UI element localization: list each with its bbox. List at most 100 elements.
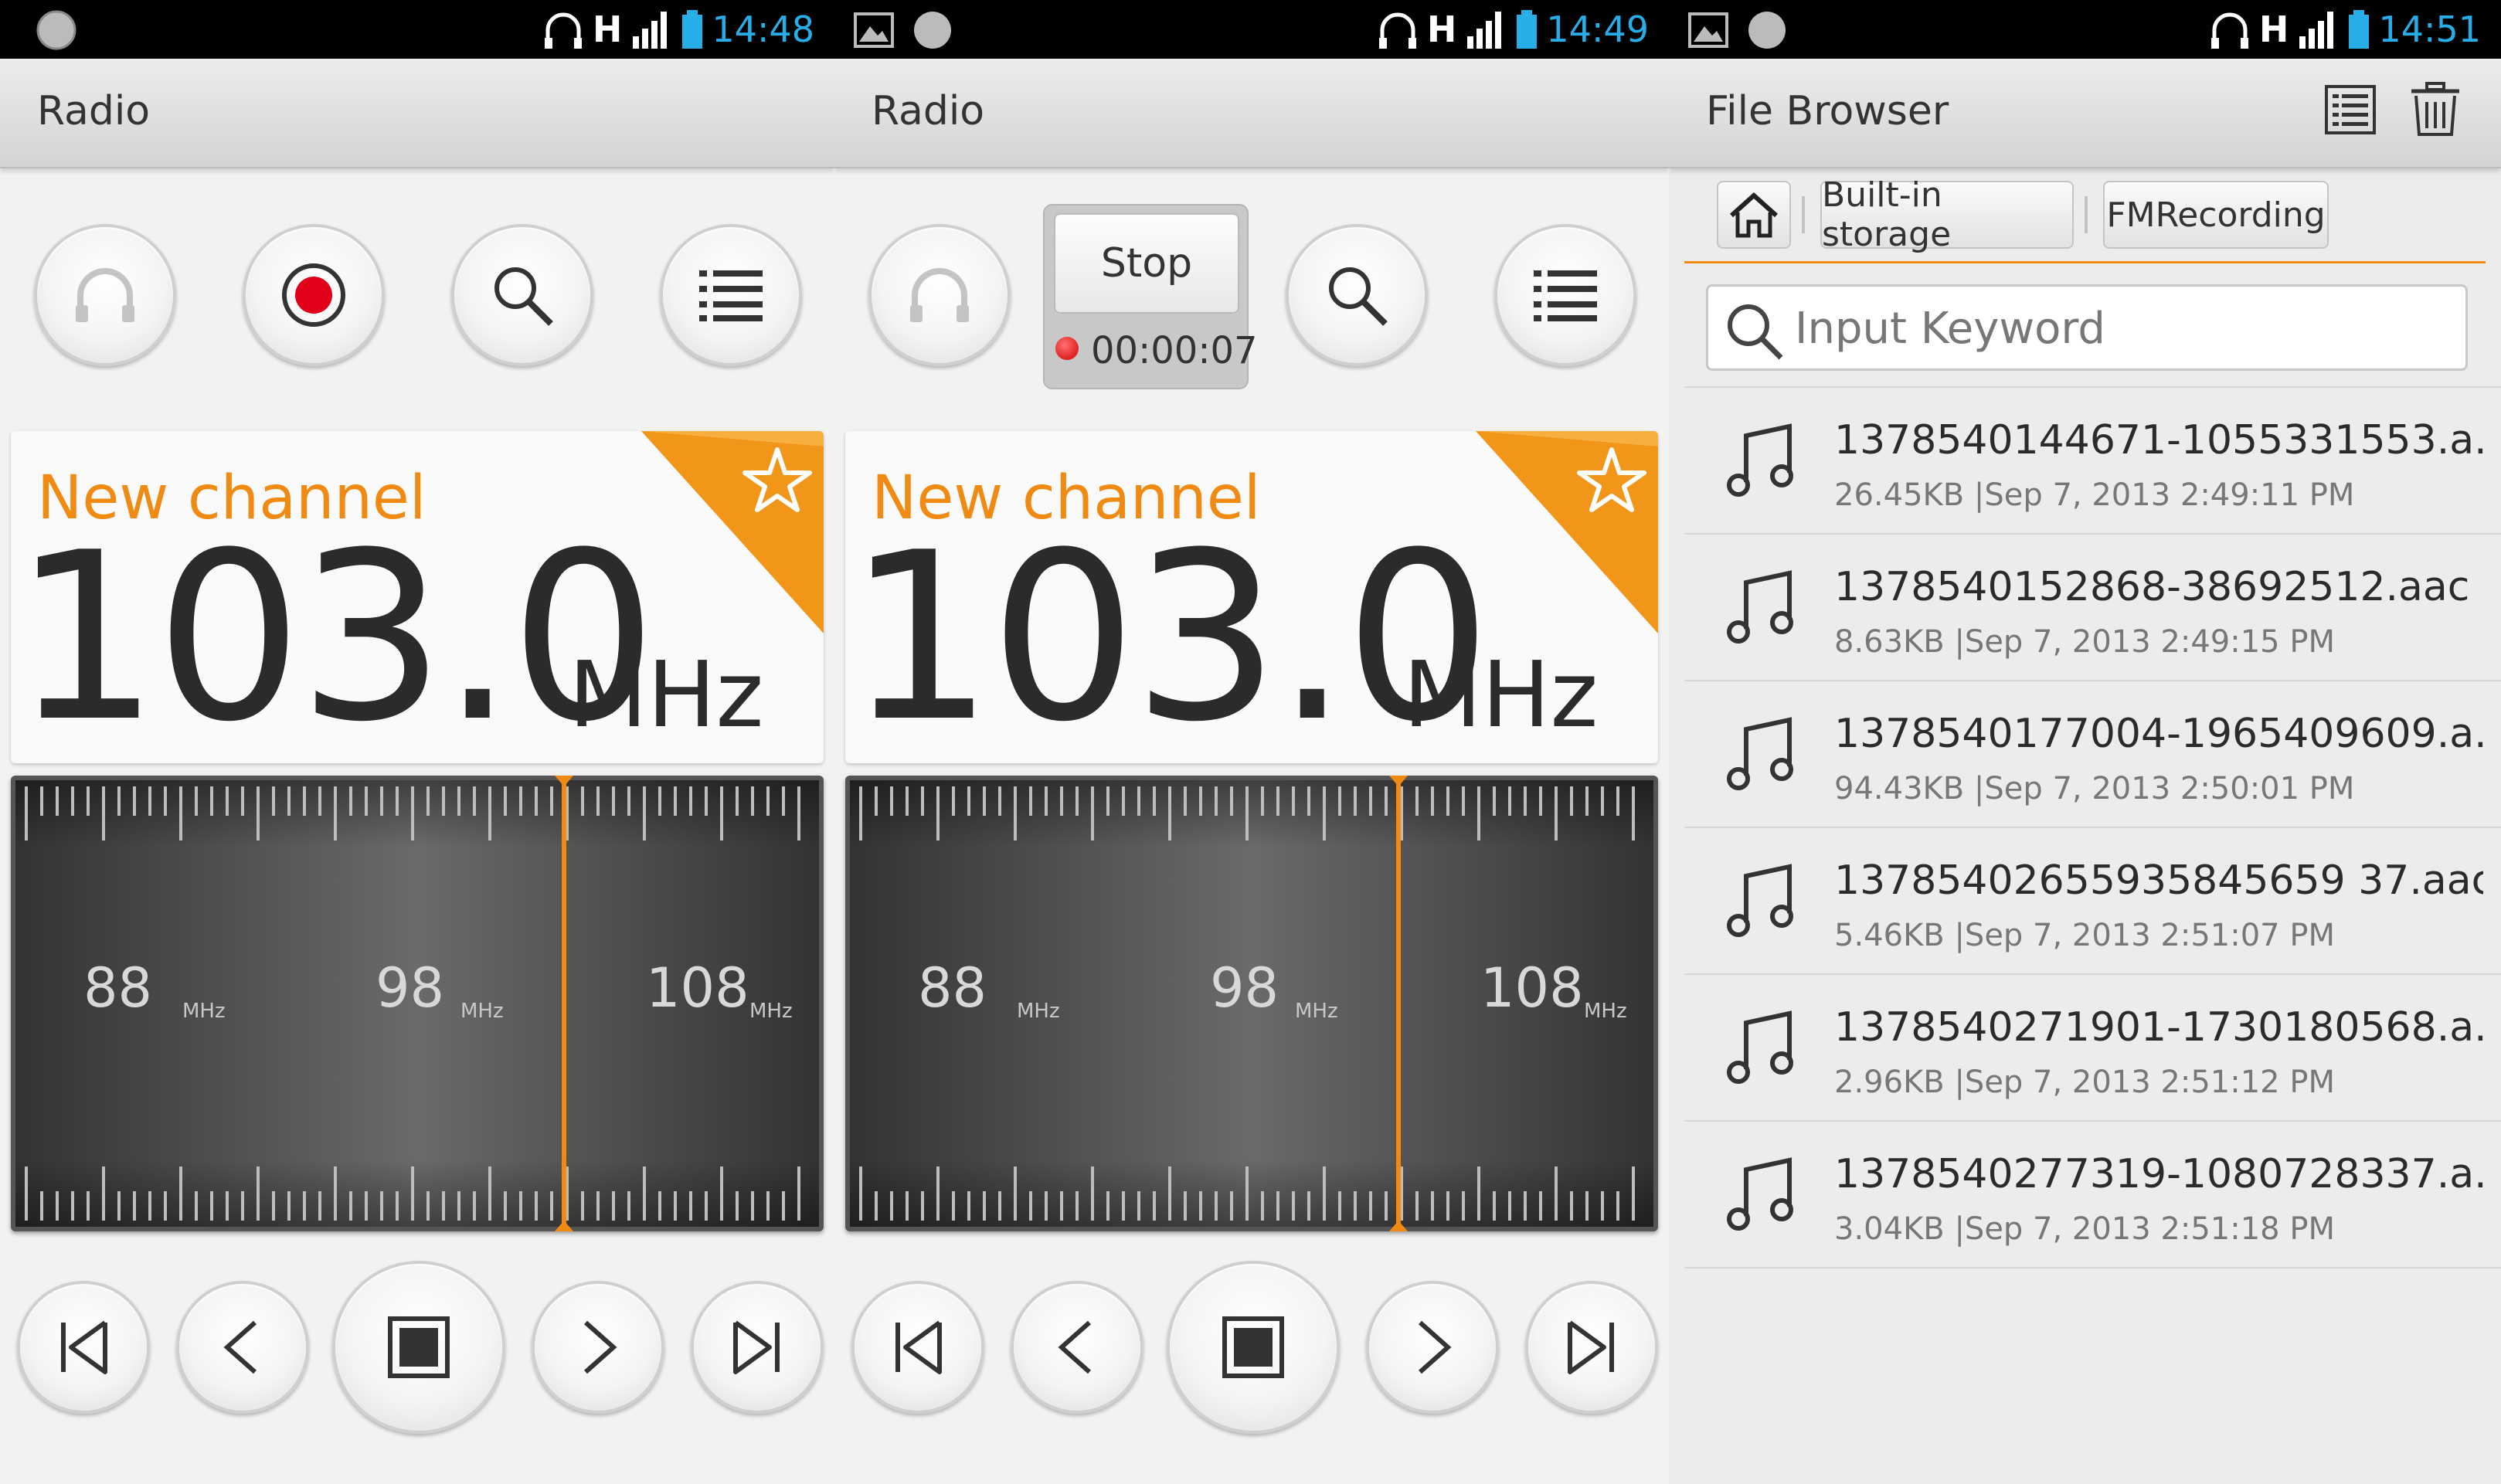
file-name: 1378540152868-38692512.aac [1834, 564, 2470, 610]
file-item[interactable]: 1378540152868-38692512.aac 8.63KB |Sep 7… [1684, 535, 2501, 681]
first-station-icon [61, 1320, 107, 1374]
dial-label-108: 108 [1480, 956, 1584, 1020]
next-button[interactable] [1366, 1281, 1499, 1414]
file-item[interactable]: 13785402655935845659 37.aac 5.46KB |Sep … [1684, 828, 2501, 975]
stop-button[interactable] [332, 1261, 505, 1434]
favorite-corner[interactable] [641, 431, 824, 633]
file-item[interactable]: 1378540271901-1730180568.a... 2.96KB |Se… [1684, 975, 2501, 1122]
record-icon [282, 263, 345, 327]
stop-icon [1222, 1316, 1284, 1378]
file-meta: 8.63KB |Sep 7, 2013 2:49:15 PM [1834, 624, 2335, 660]
trash-icon[interactable] [2408, 82, 2462, 138]
file-name: 13785402655935845659 37.aac [1834, 857, 2483, 904]
headphones-icon [910, 268, 969, 322]
headset-button[interactable] [34, 224, 176, 366]
search-button[interactable] [1286, 224, 1428, 366]
dial-unit: MHz [749, 1000, 793, 1023]
dial-unit: MHz [460, 1000, 504, 1023]
frequency-value: 103.0 [847, 503, 1492, 763]
first-station-button[interactable] [17, 1281, 150, 1414]
music-note-icon [1727, 864, 1793, 937]
dial-unit: MHz [1584, 1000, 1627, 1023]
status-bar: H 14:49 [834, 0, 1669, 59]
breadcrumb-folder[interactable]: FMRecording [2103, 181, 2329, 249]
action-bar: Radio [0, 59, 834, 168]
prev-button[interactable] [1011, 1281, 1143, 1414]
headset-status-icon [544, 12, 582, 49]
recording-elapsed: 00:00:07 [1091, 329, 1258, 372]
next-icon [584, 1320, 617, 1374]
dial-label-88: 88 [918, 956, 987, 1020]
ball-notification-icon [36, 10, 76, 50]
search-icon [494, 267, 553, 326]
dial-label-88: 88 [83, 956, 153, 1020]
headset-button[interactable] [868, 224, 1011, 366]
prev-icon [1058, 1320, 1091, 1374]
battery-icon [1517, 10, 1538, 49]
action-bar: File Browser [1669, 59, 2501, 168]
station-list-button[interactable] [1494, 224, 1636, 366]
search-input[interactable] [1793, 301, 2445, 356]
last-station-button[interactable] [691, 1281, 824, 1414]
search-icon [1728, 304, 1783, 360]
next-button[interactable] [532, 1281, 664, 1414]
file-item[interactable]: 1378540177004-1965409609.a... 94.43KB |S… [1684, 681, 2501, 828]
file-name: 1378540144671-1055331553.a... [1834, 417, 2483, 464]
file-name: 1378540277319-1080728337.a... [1834, 1151, 2483, 1197]
file-meta: 5.46KB |Sep 7, 2013 2:51:07 PM [1834, 918, 2335, 953]
frequency-value: 103.0 [12, 503, 658, 763]
last-station-button[interactable] [1525, 1281, 1658, 1414]
channel-card: New channel 103.0 MHz [11, 431, 824, 763]
ball-notification-icon [914, 12, 951, 49]
file-meta: 94.43KB |Sep 7, 2013 2:50:01 PM [1834, 771, 2355, 807]
first-station-button[interactable] [851, 1281, 984, 1414]
status-bar: H 14:51 [1669, 0, 2501, 59]
breadcrumb-storage[interactable]: Built-in storage [1820, 175, 2074, 254]
station-list-button[interactable] [660, 224, 802, 366]
last-station-icon [1568, 1320, 1614, 1374]
ball-notification-icon [1748, 12, 1786, 49]
list-view-icon[interactable] [2323, 82, 2377, 138]
home-icon [1729, 192, 1779, 238]
headset-status-icon [1378, 12, 1416, 49]
photo-notification-icon [1688, 12, 1728, 48]
music-note-icon [1727, 570, 1793, 644]
status-bar: H 14:48 [0, 0, 834, 59]
list-icon [699, 270, 763, 321]
dial-label-108: 108 [646, 956, 749, 1020]
radio-screen-1: H 14:48 Radio New channel 103.0 MHz 88 M… [0, 0, 834, 1484]
home-button[interactable] [1717, 181, 1791, 249]
network-type: H [1426, 8, 1457, 50]
battery-icon [682, 10, 703, 49]
signal-icon [2299, 12, 2334, 49]
record-button[interactable] [243, 224, 385, 366]
recording-indicator-icon [1055, 337, 1079, 360]
file-item[interactable]: 1378540144671-1055331553.a... 26.45KB |S… [1684, 386, 2501, 535]
prev-button[interactable] [176, 1281, 309, 1414]
file-name: 1378540271901-1730180568.a... [1834, 1004, 2483, 1051]
network-type: H [592, 8, 623, 50]
status-time: 14:49 [1546, 8, 1649, 50]
file-item[interactable]: 1378540277319-1080728337.a... 3.04KB |Se… [1684, 1122, 2501, 1268]
battery-icon [2349, 10, 2370, 49]
stop-recording-button[interactable]: Stop [1054, 213, 1239, 314]
network-type: H [2258, 8, 2289, 50]
dial-label-98: 98 [1210, 956, 1279, 1020]
app-title: Radio [37, 88, 151, 134]
app-title: File Browser [1706, 88, 1949, 134]
favorite-corner[interactable] [1476, 431, 1658, 633]
stop-button[interactable] [1167, 1261, 1340, 1434]
frequency-unit: MHz [1403, 641, 1599, 748]
recording-panel: Stop 00:00:07 [1043, 204, 1258, 389]
search-button[interactable] [451, 224, 593, 366]
search-box [1706, 284, 2468, 371]
file-browser-screen: H 14:51 File Browser Built-in storage FM… [1669, 0, 2501, 1484]
photo-notification-icon [854, 12, 894, 48]
frequency-dial[interactable]: 88 MHz 98 MHz 108 MHz [845, 776, 1658, 1231]
dial-unit: MHz [182, 1000, 226, 1023]
frequency-dial[interactable]: 88 MHz 98 MHz 108 MHz [11, 776, 824, 1231]
search-icon [1329, 267, 1388, 326]
dial-unit: MHz [1295, 1000, 1338, 1023]
first-station-icon [895, 1320, 942, 1374]
signal-icon [633, 12, 668, 49]
